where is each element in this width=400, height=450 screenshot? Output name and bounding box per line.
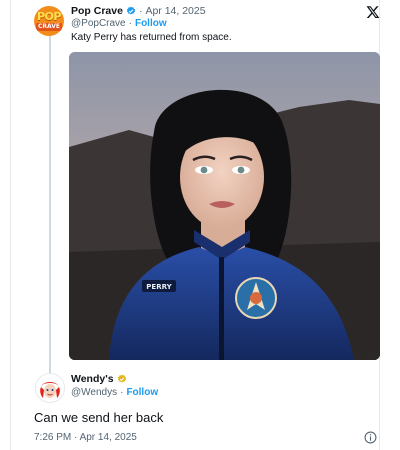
tweet-card: POP CRAVE Pop Crave · Apr 14, 2025 @PopC… <box>10 0 380 450</box>
tweet-photo[interactable]: PERRY <box>69 52 380 360</box>
wendys-avatar[interactable] <box>35 373 65 403</box>
reply-timestamp[interactable]: 7:26 PM · Apr 14, 2025 <box>34 432 137 443</box>
reply-handle-separator: · <box>120 387 124 398</box>
reply-handle-row: @Wendys · Follow <box>71 387 158 398</box>
info-icon[interactable] <box>364 431 377 444</box>
meta-dot: · <box>138 5 143 17</box>
gold-verified-badge-icon <box>117 374 126 383</box>
follow-wendys-button[interactable]: Follow <box>126 387 158 398</box>
x-logo-icon[interactable] <box>366 5 380 19</box>
photo-illustration: PERRY <box>69 52 380 360</box>
reply-author-row: Wendy's <box>71 373 127 385</box>
original-author-row: Pop Crave · Apr 14, 2025 <box>71 5 206 17</box>
popcrave-avatar[interactable]: POP CRAVE <box>34 6 64 36</box>
original-handle[interactable]: @PopCrave <box>71 18 126 29</box>
follow-popcrave-button[interactable]: Follow <box>135 18 167 29</box>
avatar-logo-crave: CRAVE <box>35 22 62 31</box>
original-handle-row: @PopCrave · Follow <box>71 18 167 29</box>
original-tweet-text: Katy Perry has returned from space. <box>71 32 232 43</box>
name-patch-text: PERRY <box>146 283 172 291</box>
verified-badge-icon <box>126 6 135 15</box>
wendys-logo-icon <box>36 374 64 402</box>
handle-separator: · <box>128 18 132 29</box>
reply-tweet-text: Can we send her back <box>34 410 164 425</box>
reply-display-name[interactable]: Wendy's <box>71 373 114 385</box>
avatar-logo-pop: POP <box>37 9 61 23</box>
thread-connector-line <box>49 36 51 374</box>
original-date[interactable]: Apr 14, 2025 <box>145 5 205 17</box>
original-display-name[interactable]: Pop Crave <box>71 5 123 17</box>
reply-handle[interactable]: @Wendys <box>71 387 117 398</box>
